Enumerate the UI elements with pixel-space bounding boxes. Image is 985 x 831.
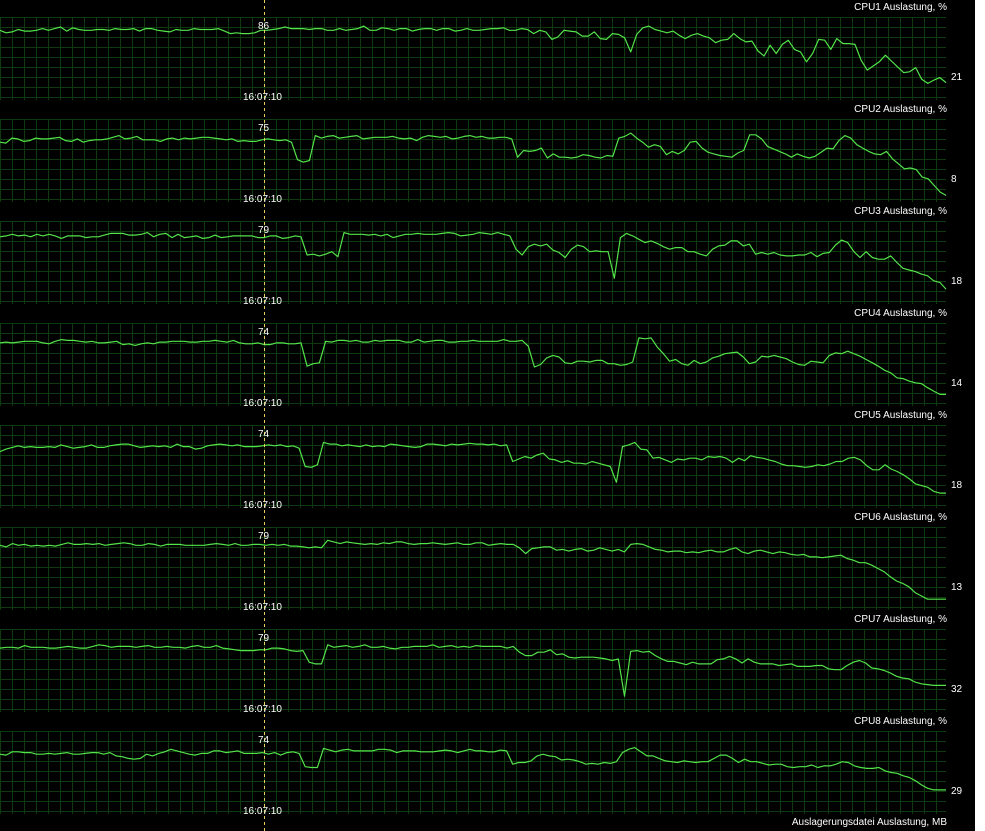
panel-title: CPU4 Auslastung, % [854, 308, 947, 319]
cursor-value: 75 [258, 123, 270, 134]
right-border [975, 0, 985, 831]
cursor-time: 16:07:10 [243, 500, 282, 511]
current-value: 21 [951, 72, 963, 83]
cursor-value: 74 [258, 327, 270, 338]
cursor-time: 16:07:10 [243, 296, 282, 307]
panel-title: CPU8 Auslastung, % [854, 716, 947, 727]
current-value: 32 [951, 684, 963, 695]
footer-panel-title: Auslagerungsdatei Auslastung, MB [792, 817, 947, 828]
cursor-value: 79 [258, 633, 270, 644]
current-value: 14 [951, 378, 963, 389]
panel-title: CPU7 Auslastung, % [854, 614, 947, 625]
current-value: 18 [951, 276, 963, 287]
cursor-value: 79 [258, 225, 270, 236]
cursor-time: 16:07:10 [243, 806, 282, 817]
cursor-time: 16:07:10 [243, 92, 282, 103]
current-value: 18 [951, 480, 963, 491]
panel-title: CPU1 Auslastung, % [854, 2, 947, 13]
panel-title: CPU6 Auslastung, % [854, 512, 947, 523]
panel-title: CPU2 Auslastung, % [854, 104, 947, 115]
cursor-value: 74 [258, 429, 270, 440]
cursor-value: 74 [258, 735, 270, 746]
current-value: 29 [951, 786, 963, 797]
cursor-value: 86 [258, 21, 270, 32]
cursor-time: 16:07:10 [243, 194, 282, 205]
panel-title: CPU3 Auslastung, % [854, 206, 947, 217]
monitoring-graphs: CPU1 Auslastung, % 86 21 16:07:10 CPU2 Ausla… [0, 0, 985, 831]
cursor-time: 16:07:10 [243, 602, 282, 613]
cursor-time: 16:07:10 [243, 398, 282, 409]
cursor-value: 79 [258, 531, 270, 542]
current-value: 8 [951, 174, 957, 185]
cursor-time: 16:07:10 [243, 704, 282, 715]
panel-title: CPU5 Auslastung, % [854, 410, 947, 421]
current-value: 13 [951, 582, 963, 593]
